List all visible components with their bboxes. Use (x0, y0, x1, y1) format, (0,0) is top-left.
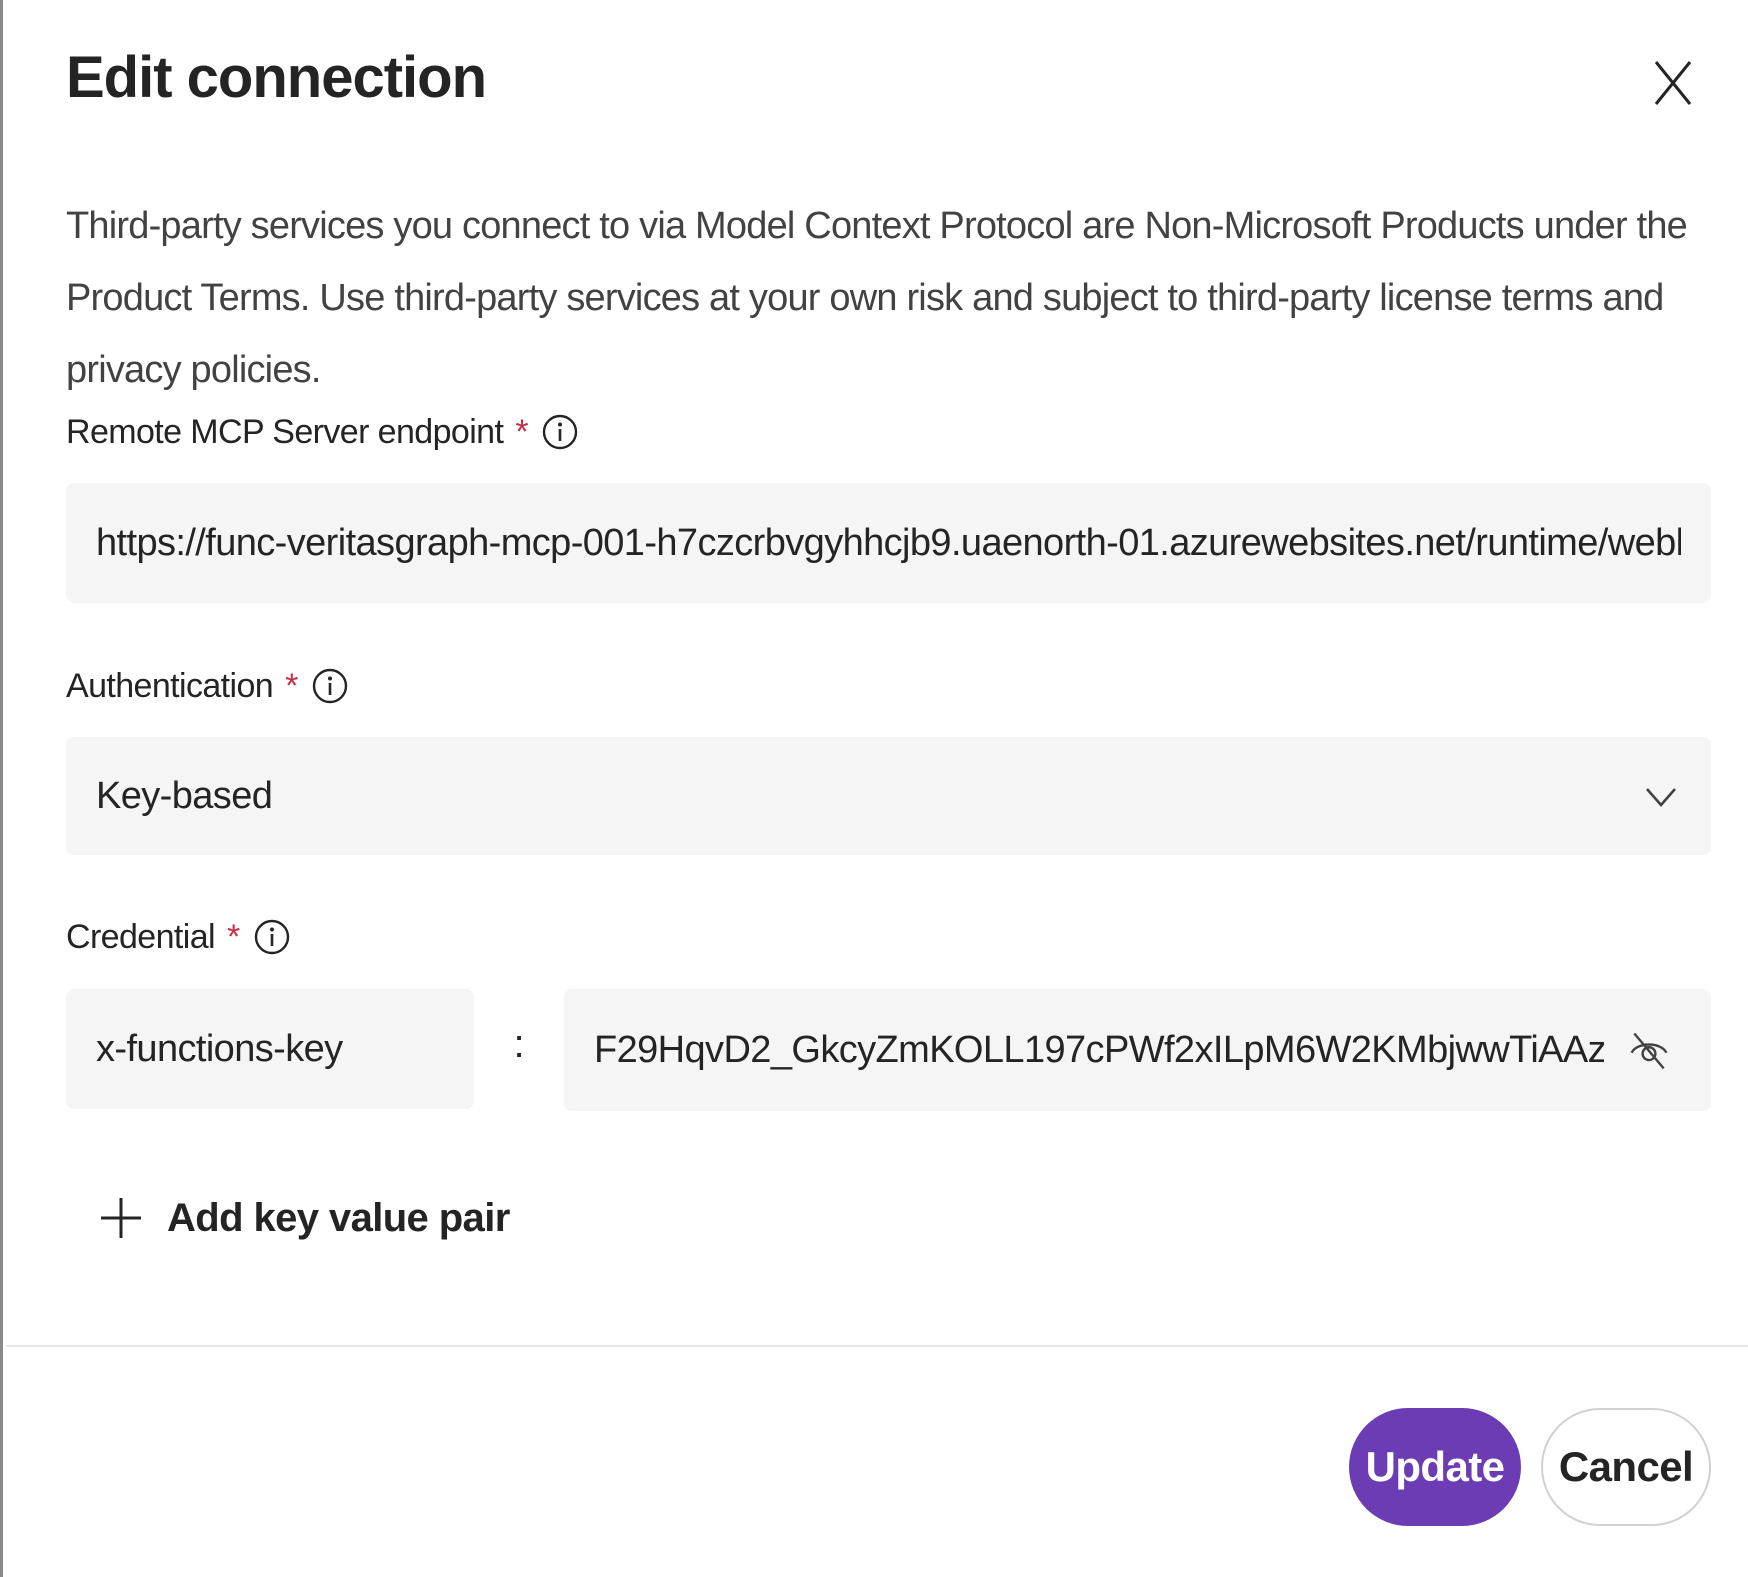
endpoint-value: https://func-veritasgraph-mcp-001-h7czcr… (96, 521, 1681, 564)
endpoint-input[interactable]: https://func-veritasgraph-mcp-001-h7czcr… (66, 483, 1711, 603)
disclaimer-text: Third-party services you connect to via … (66, 205, 1688, 391)
add-key-value-pair-label: Add key value pair (167, 1195, 510, 1240)
credential-label: Credential (66, 917, 216, 956)
eye-off-icon (1630, 1032, 1668, 1070)
chevron-down-icon (1646, 788, 1676, 807)
update-button[interactable]: Update (1349, 1408, 1521, 1526)
close-icon (1654, 61, 1692, 105)
footer-divider (6, 1345, 1748, 1347)
authentication-selected-value: Key-based (96, 774, 273, 817)
endpoint-label-row: Remote MCP Server endpoint * (66, 402, 578, 462)
info-icon[interactable] (312, 668, 348, 704)
credential-key-value: x-functions-key (96, 1027, 343, 1070)
plus-icon (101, 1198, 141, 1238)
credential-separator: : (513, 1022, 525, 1066)
credential-key-input[interactable]: x-functions-key (66, 989, 474, 1109)
credential-value-input[interactable]: F29HqvD2_GkcyZmKOLL197cPWf2xILpM6W2KMbjw… (564, 989, 1711, 1111)
endpoint-label: Remote MCP Server endpoint (66, 412, 504, 451)
close-button[interactable] (1643, 48, 1703, 118)
authentication-select[interactable]: Key-based (66, 737, 1711, 855)
credential-label-row: Credential * (66, 907, 290, 967)
authentication-label: Authentication (66, 666, 274, 705)
cancel-button[interactable]: Cancel (1541, 1408, 1711, 1526)
toggle-visibility-button[interactable] (1625, 1026, 1673, 1074)
dialog-title: Edit connection (66, 45, 487, 110)
info-icon[interactable] (254, 919, 290, 955)
required-marker: * (515, 412, 528, 451)
required-marker: * (226, 917, 240, 956)
info-icon[interactable] (542, 414, 578, 450)
authentication-label-row: Authentication * (66, 656, 348, 716)
required-marker: * (285, 666, 298, 705)
edit-connection-dialog: Edit connection Third-party services you… (0, 0, 1748, 1577)
add-key-value-pair-button[interactable]: Add key value pair (99, 1183, 510, 1253)
credential-secret-value: F29HqvD2_GkcyZmKOLL197cPWf2xILpM6W2KMbjw… (594, 1028, 1604, 1071)
